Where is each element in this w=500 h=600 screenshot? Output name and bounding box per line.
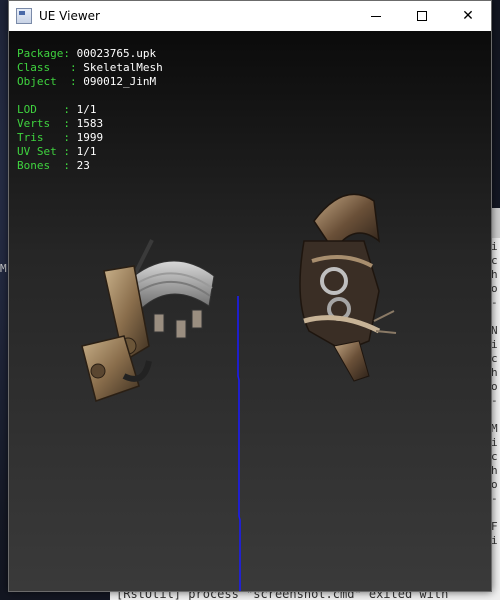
package-row: Package: 00023765.upk bbox=[17, 47, 163, 61]
vertical-axis-line bbox=[237, 296, 241, 591]
uvset-row: UV Set : 1/1 bbox=[17, 145, 163, 159]
lod-label: LOD : bbox=[17, 103, 77, 116]
verts-value: 1583 bbox=[76, 117, 104, 130]
minimize-button[interactable] bbox=[353, 1, 399, 31]
object-label: Object : bbox=[17, 75, 84, 88]
window-title: UE Viewer bbox=[39, 9, 100, 23]
bones-row: Bones : 23 bbox=[17, 159, 163, 173]
ue-viewer-window: UE Viewer ✕ Package: 00023765.upk Class … bbox=[8, 0, 492, 592]
mesh-left-piece bbox=[81, 239, 215, 402]
lod-value: 1/1 bbox=[76, 103, 97, 116]
verts-row: Verts : 1583 bbox=[17, 117, 163, 131]
maximize-icon bbox=[417, 11, 427, 21]
bones-value: 23 bbox=[76, 159, 90, 172]
background-console-fragment: M bbox=[0, 262, 7, 275]
close-button[interactable]: ✕ bbox=[445, 1, 491, 31]
mesh-info-overlay: Package: 00023765.upk Class : SkeletalMe… bbox=[17, 47, 163, 173]
app-icon bbox=[16, 8, 32, 24]
class-row: Class : SkeletalMesh bbox=[17, 61, 163, 75]
uvset-value: 1/1 bbox=[76, 145, 97, 158]
3d-viewport[interactable]: Package: 00023765.upk Class : SkeletalMe… bbox=[9, 31, 491, 591]
class-label: Class : bbox=[17, 61, 84, 74]
minimize-icon bbox=[371, 15, 381, 17]
package-value: 00023765.upk bbox=[76, 47, 157, 60]
class-value: SkeletalMesh bbox=[83, 61, 163, 74]
uvset-label: UV Set : bbox=[17, 145, 77, 158]
tris-row: Tris : 1999 bbox=[17, 131, 163, 145]
tris-value: 1999 bbox=[76, 131, 104, 144]
object-value: 090012_JinM bbox=[83, 75, 157, 88]
lod-row: LOD : 1/1 bbox=[17, 103, 163, 117]
close-icon: ✕ bbox=[462, 8, 474, 24]
tris-label: Tris : bbox=[17, 131, 77, 144]
package-label: Package: bbox=[17, 47, 77, 60]
object-row: Object : 090012_JinM bbox=[17, 75, 163, 89]
mesh-right-piece bbox=[299, 193, 397, 382]
maximize-button[interactable] bbox=[399, 1, 445, 31]
bones-label: Bones : bbox=[17, 159, 77, 172]
title-bar[interactable]: UE Viewer ✕ bbox=[9, 1, 491, 31]
verts-label: Verts : bbox=[17, 117, 77, 130]
